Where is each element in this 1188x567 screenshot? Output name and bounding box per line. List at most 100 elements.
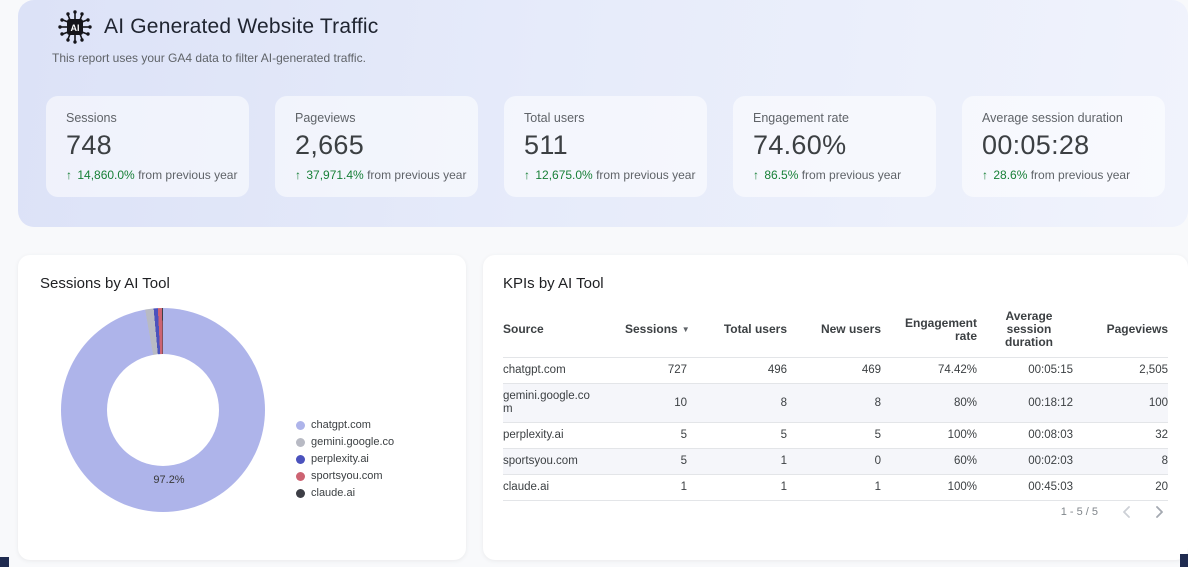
scorecard-value: 748 [66, 130, 229, 161]
scorecard-pageviews: Pageviews 2,665 ↑ 37,971.4% from previou… [275, 96, 478, 197]
legend-label: gemini.google.co [311, 436, 394, 448]
table-row-claude[interactable]: claude.ai 1 1 1 100% 00:45:03 20 [503, 475, 1168, 501]
legend-color-dot [296, 472, 305, 481]
cell-avg-session-duration: 00:08:03 [977, 423, 1073, 449]
delta-percent: 12,675.0% [535, 168, 592, 182]
cell-sessions: 5 [617, 423, 687, 449]
ai-chip-icon: AI [56, 8, 94, 46]
cell-engagement-rate: 80% [881, 384, 977, 423]
up-arrow-icon: ↑ [295, 168, 301, 182]
cell-sessions: 1 [617, 475, 687, 501]
cell-engagement-rate: 74.42% [881, 358, 977, 384]
scorecard-label: Sessions [66, 111, 229, 125]
scorecard-value: 2,665 [295, 130, 458, 161]
cell-sessions: 5 [617, 449, 687, 475]
scorecard-delta: ↑ 14,860.0% from previous year [66, 168, 229, 182]
scorecard-delta: ↑ 37,971.4% from previous year [295, 168, 458, 182]
column-header-total-users[interactable]: Total users [687, 302, 787, 358]
kpi-table: Source Sessions▼ Total users New users E… [503, 302, 1168, 501]
table-pagination: 1 - 5 / 5 [1061, 503, 1168, 521]
up-arrow-icon: ↑ [753, 168, 759, 182]
table-row-perplexity[interactable]: perplexity.ai 5 5 5 100% 00:08:03 32 [503, 423, 1168, 449]
cell-avg-session-duration: 00:02:03 [977, 449, 1073, 475]
donut-chart[interactable]: 97.2% [61, 308, 265, 512]
cell-total-users: 1 [687, 449, 787, 475]
up-arrow-icon: ↑ [524, 168, 530, 182]
scorecard-delta: ↑ 12,675.0% from previous year [524, 168, 687, 182]
scorecard-label: Engagement rate [753, 111, 916, 125]
table-row-gemini[interactable]: gemini.google.com 10 8 8 80% 00:18:12 10… [503, 384, 1168, 423]
cell-pageviews: 20 [1073, 475, 1168, 501]
legend-item[interactable]: claude.ai [296, 487, 394, 499]
delta-suffix: from previous year [802, 168, 901, 182]
next-page-button[interactable] [1150, 503, 1168, 521]
cell-sessions: 727 [617, 358, 687, 384]
cell-new-users: 1 [787, 475, 881, 501]
legend-item[interactable]: chatgpt.com [296, 419, 394, 431]
up-arrow-icon: ↑ [66, 168, 72, 182]
delta-suffix: from previous year [1031, 168, 1130, 182]
cell-avg-session-duration: 00:18:12 [977, 384, 1073, 423]
legend-item[interactable]: perplexity.ai [296, 453, 394, 465]
kpis-by-ai-tool-card: KPIs by AI Tool Source Sessions▼ Total u… [483, 255, 1188, 560]
scorecard-row: Sessions 748 ↑ 14,860.0% from previous y… [46, 96, 1188, 197]
scorecard-label: Average session duration [982, 111, 1145, 125]
cell-source: chatgpt.com [503, 358, 617, 384]
delta-percent: 37,971.4% [306, 168, 363, 182]
donut-hole [107, 354, 219, 466]
scorecard-total-users: Total users 511 ↑ 12,675.0% from previou… [504, 96, 707, 197]
column-header-avg-session-duration[interactable]: Average session duration [977, 302, 1073, 358]
delta-percent: 28.6% [993, 168, 1027, 182]
cell-pageviews: 2,505 [1073, 358, 1168, 384]
up-arrow-icon: ↑ [982, 168, 988, 182]
table-title: KPIs by AI Tool [483, 255, 1188, 292]
legend-label: claude.ai [311, 487, 355, 499]
cell-new-users: 0 [787, 449, 881, 475]
screen-corner-artifact [1180, 554, 1188, 567]
cell-pageviews: 32 [1073, 423, 1168, 449]
cell-source: claude.ai [503, 475, 617, 501]
report-header: AI AI Generated Website Traffic This rep… [18, 0, 1188, 227]
scorecard-label: Total users [524, 111, 687, 125]
legend-color-dot [296, 421, 305, 430]
scorecard-delta: ↑ 86.5% from previous year [753, 168, 916, 182]
column-header-pageviews[interactable]: Pageviews [1073, 302, 1168, 358]
delta-suffix: from previous year [367, 168, 466, 182]
scorecard-sessions: Sessions 748 ↑ 14,860.0% from previous y… [46, 96, 249, 197]
legend-label: chatgpt.com [311, 419, 371, 431]
legend-label: sportsyou.com [311, 470, 383, 482]
cell-pageviews: 100 [1073, 384, 1168, 423]
legend-item[interactable]: sportsyou.com [296, 470, 394, 482]
column-header-sessions[interactable]: Sessions▼ [617, 302, 687, 358]
scorecard-value: 511 [524, 130, 687, 161]
scorecard-delta: ↑ 28.6% from previous year [982, 168, 1145, 182]
cell-pageviews: 8 [1073, 449, 1168, 475]
legend-color-dot [296, 489, 305, 498]
scorecard-avg-session-duration: Average session duration 00:05:28 ↑ 28.6… [962, 96, 1165, 197]
scorecard-label: Pageviews [295, 111, 458, 125]
cell-sessions: 10 [617, 384, 687, 423]
pagination-label: 1 - 5 / 5 [1061, 506, 1098, 518]
sort-descending-icon: ▼ [682, 325, 690, 334]
column-header-source[interactable]: Source [503, 302, 617, 358]
legend-label: perplexity.ai [311, 453, 369, 465]
cell-source: perplexity.ai [503, 423, 617, 449]
cell-engagement-rate: 100% [881, 475, 977, 501]
table-header-row: Source Sessions▼ Total users New users E… [503, 302, 1168, 358]
column-header-engagement-rate[interactable]: Engagement rate [881, 302, 977, 358]
report-subtitle: This report uses your GA4 data to filter… [52, 51, 1188, 65]
column-header-new-users[interactable]: New users [787, 302, 881, 358]
screen-corner-artifact [0, 557, 9, 567]
chart-title: Sessions by AI Tool [18, 255, 466, 292]
previous-page-button[interactable] [1118, 503, 1136, 521]
scorecard-value: 00:05:28 [982, 130, 1145, 161]
cell-new-users: 8 [787, 384, 881, 423]
cell-engagement-rate: 60% [881, 449, 977, 475]
sessions-by-ai-tool-card: Sessions by AI Tool 97.2% chatgpt.com ge… [18, 255, 466, 560]
table-row-sportsyou[interactable]: sportsyou.com 5 1 0 60% 00:02:03 8 [503, 449, 1168, 475]
table-row-chatgpt[interactable]: chatgpt.com 727 496 469 74.42% 00:05:15 … [503, 358, 1168, 384]
legend-item[interactable]: gemini.google.co [296, 436, 394, 448]
title-row: AI AI Generated Website Traffic [18, 0, 1188, 46]
chart-legend: chatgpt.com gemini.google.co perplexity.… [296, 419, 394, 504]
cell-new-users: 5 [787, 423, 881, 449]
